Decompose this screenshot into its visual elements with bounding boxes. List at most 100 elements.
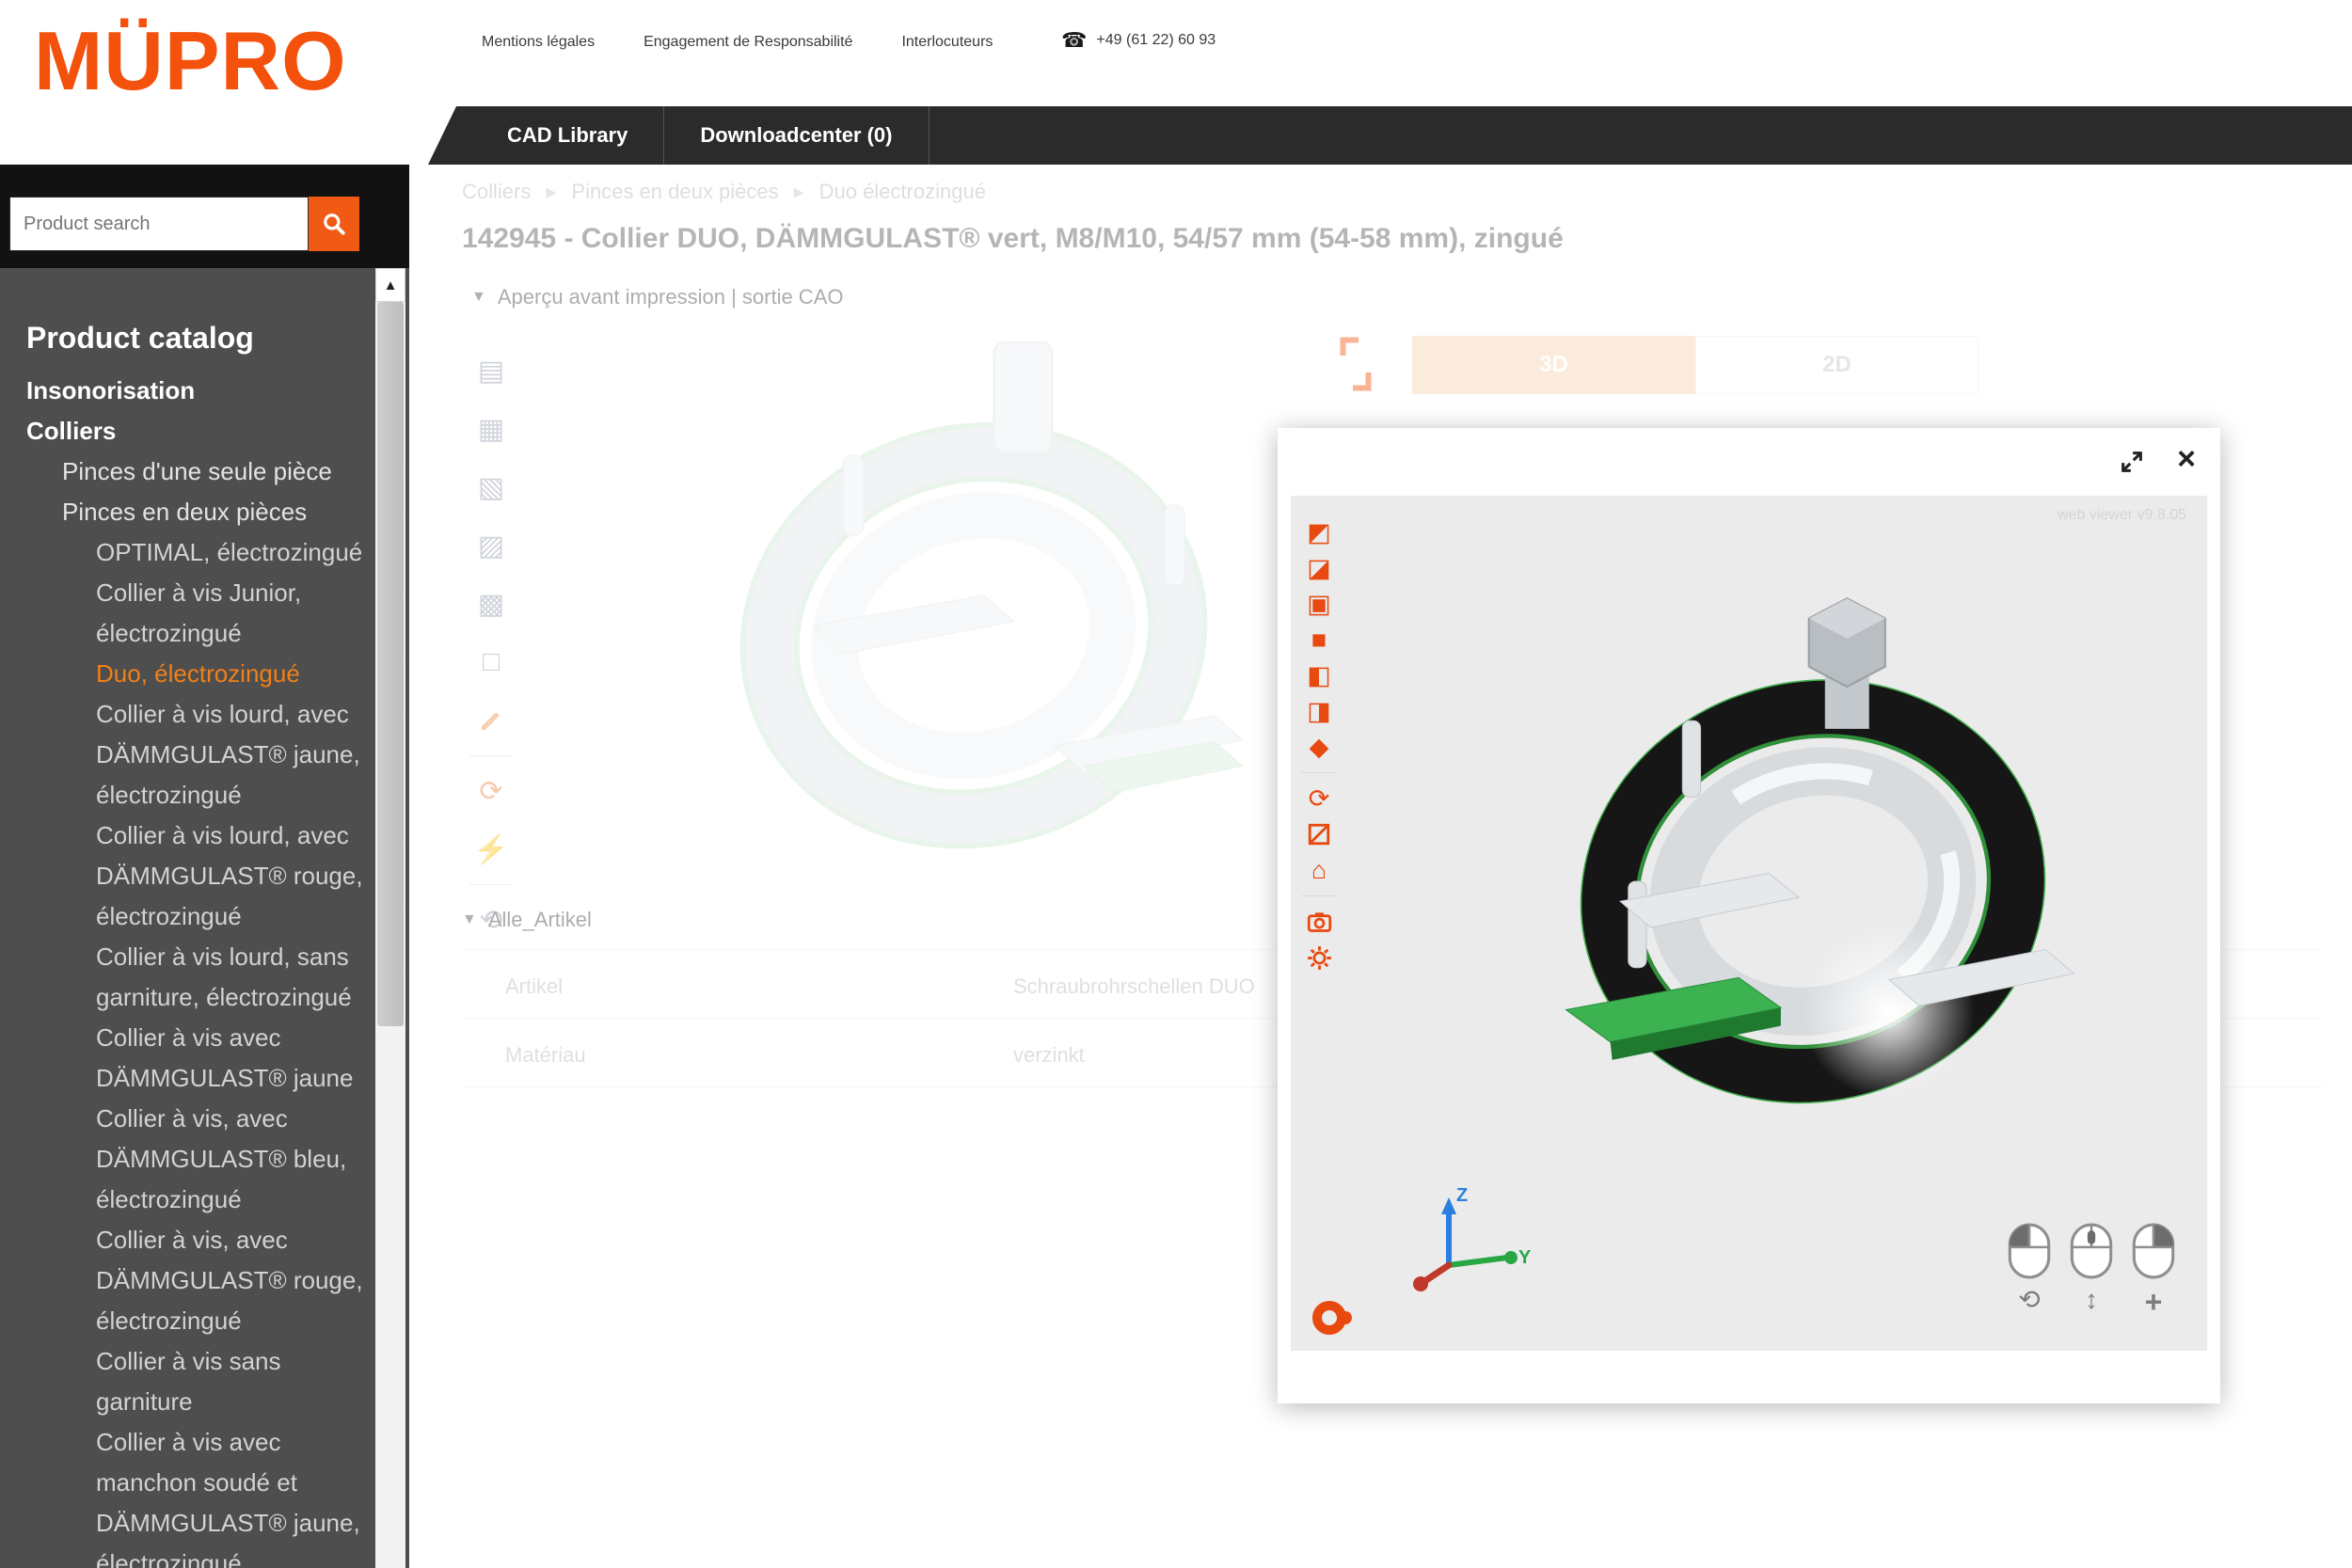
phone-contact[interactable]: ☎ +49 (61 22) 60 93 (1061, 28, 1216, 53)
caret-down-icon: ▼ (462, 911, 477, 928)
page-turn-icon[interactable]: ▧ (464, 458, 518, 516)
tab[interactable]: Downloadcenter (0) (664, 106, 929, 165)
mouse-hint-pan: + (2132, 1223, 2175, 1317)
catalog-title: Product catalog (26, 321, 370, 356)
catalog-item[interactable]: Colliers (0, 411, 370, 451)
toolbar-separator (1301, 895, 1337, 896)
modal-header: × (1278, 428, 2220, 496)
top-nav-link[interactable]: Engagement de Responsabilité (644, 34, 852, 51)
search-input[interactable] (9, 197, 309, 251)
table-icon[interactable]: ▦ (464, 400, 518, 458)
catalog-item[interactable]: Collier à vis lourd, avec DÄMMGULAST® ro… (0, 816, 370, 937)
sidebar-scrollbar[interactable]: ▲ (375, 268, 405, 1568)
catalog-item[interactable]: OPTIMAL, électrozingué (0, 532, 370, 573)
view-cube-right-icon[interactable]: ◪ (1296, 550, 1342, 586)
view-3d-button[interactable]: 3D (1412, 336, 1695, 394)
screenshot-camera-icon[interactable] (1296, 904, 1342, 940)
detail-label: Matériau (505, 1043, 1013, 1068)
catalog-item[interactable]: Duo, électrozingué (0, 654, 370, 694)
curve-doc-icon[interactable]: □ (464, 633, 518, 691)
pipe-clamp-model[interactable] (1531, 580, 2095, 1187)
catalog-item[interactable]: Insonorisation (0, 371, 370, 411)
axis-y-label: Y (1518, 1247, 1532, 1268)
section-plane-icon[interactable] (1296, 816, 1342, 852)
pan-icon: + (2145, 1287, 2163, 1317)
breadcrumb: ColliersPinces en deux piècesDuo électro… (462, 180, 986, 204)
catalog-item[interactable]: Collier à vis, avec DÄMMGULAST® rouge, é… (0, 1220, 370, 1341)
catalog-item[interactable]: Collier à vis, avec DÄMMGULAST® bleu, él… (0, 1099, 370, 1220)
top-nav-link[interactable]: Interlocuteurs (901, 34, 993, 51)
app-root: MÜPRO Mentions légales Engagement de Resp… (0, 0, 2352, 1568)
mouse-hint-rotate: ⟲ (2008, 1223, 2051, 1317)
grid-doc-icon[interactable]: ▩ (464, 575, 518, 633)
settings-gear-icon[interactable] (1296, 940, 1342, 975)
home-view-icon[interactable]: ⌂ (1296, 852, 1342, 888)
scrollbar-thumb[interactable] (377, 302, 404, 1026)
cad-viewer-modal: × web viewer v9.8.05 ◩ ◪ ▣ ■ ◧ ◨ ◆ ⟳ (1278, 428, 2220, 1403)
catalog-item[interactable]: Pinces en deux pièces (0, 492, 370, 532)
top-nav: Mentions légales Engagement de Responsabi… (482, 34, 993, 51)
catalog-item[interactable]: Pinces d'une seule pièce (0, 451, 370, 492)
viewer-toolbar: ◩ ◪ ▣ ■ ◧ ◨ ◆ ⟳ ⌂ (1296, 515, 1342, 975)
axis-triad: Z Y (1413, 1179, 1535, 1306)
view-cube-left-icon[interactable]: ◩ (1296, 515, 1342, 550)
refresh-icon[interactable]: ⟳ (464, 762, 518, 820)
mouse-right-button-icon (2132, 1223, 2175, 1279)
view-cube-solid-icon[interactable]: ■ (1296, 622, 1342, 657)
mouse-left-button-icon (2008, 1223, 2051, 1279)
view-2d-button[interactable]: 2D (1695, 336, 1979, 394)
phone-number: +49 (61 22) 60 93 (1096, 32, 1216, 49)
toolbar-separator (469, 755, 513, 756)
orbit-rotate-icon[interactable]: ⟳ (1296, 781, 1342, 816)
toolbar-separator (469, 884, 513, 885)
muepro-logo: MÜPRO (34, 13, 347, 109)
preview-toggle[interactable]: ▼ Aperçu avant impression | sortie CAO (471, 285, 843, 309)
caret-down-icon: ▼ (471, 289, 486, 306)
mouse-hint-zoom: ↕ (2070, 1223, 2113, 1317)
catalog-item[interactable]: Collier à vis avec manchon soudé et DÄMM… (0, 1422, 370, 1568)
tab-bar: CAD LibraryDownloadcenter (0) (428, 106, 2352, 165)
orange-orb-icon[interactable] (1311, 1299, 1355, 1341)
lightning-icon[interactable]: ⚡ (464, 820, 518, 879)
search-box (9, 197, 359, 251)
search-icon (322, 212, 346, 236)
fullscreen-icon[interactable] (2119, 449, 2145, 480)
zoom-arrows-icon: ↕ (2085, 1287, 2098, 1313)
breadcrumb-item[interactable]: Colliers (462, 180, 571, 204)
ghost-3d-preview (682, 325, 1265, 931)
scrollbar-up-button[interactable]: ▲ (375, 268, 405, 302)
product-catalog: Product catalog InsonorisationColliersPi… (0, 268, 370, 1568)
page-icon[interactable]: ▤ (464, 341, 518, 400)
catalog-item[interactable]: Collier à vis avec DÄMMGULAST® jaune (0, 1018, 370, 1099)
mouse-wheel-icon (2070, 1223, 2113, 1279)
document-toolbar: ▤ ▦ ▧ ▨ ▩ □ ⟳ ⚡ ⟲ (464, 341, 518, 949)
sidebar: Product catalog InsonorisationColliersPi… (0, 165, 409, 1568)
view-cube-iso-icon[interactable]: ◆ (1296, 729, 1342, 765)
view-cube-top-icon[interactable]: ◧ (1296, 657, 1342, 693)
view-cube-front-icon[interactable]: ▣ (1296, 586, 1342, 622)
search-strip (0, 165, 409, 268)
rotate-icon: ⟲ (2018, 1287, 2040, 1313)
toolbar-separator (1301, 772, 1337, 773)
catalog-item[interactable]: Collier à vis Junior, électrozingué (0, 573, 370, 654)
top-nav-link[interactable]: Mentions légales (482, 34, 595, 51)
detail-label: Artikel (505, 974, 1013, 999)
page-title: 142945 - Collier DUO, DÄMMGULAST® vert, … (462, 223, 2249, 255)
catalog-item[interactable]: Collier à vis sans garniture (0, 1341, 370, 1422)
axis-z-label: Z (1456, 1185, 1468, 1206)
catalog-item[interactable]: Collier à vis lourd, sans garniture, éle… (0, 937, 370, 1018)
viewer-watermark: web viewer v9.8.05 (2058, 507, 2186, 524)
search-button[interactable] (309, 197, 359, 251)
view-cube-bottom-icon[interactable]: ◨ (1296, 693, 1342, 729)
mouse-hint-legend: ⟲ ↕ (2008, 1223, 2175, 1317)
sheet-icon[interactable]: ▨ (464, 516, 518, 575)
pencil-icon[interactable] (464, 691, 518, 750)
breadcrumb-item[interactable]: Pinces en deux pièces (571, 180, 818, 204)
close-icon[interactable]: × (2177, 443, 2196, 475)
tab[interactable]: CAD Library (471, 106, 664, 165)
phone-icon: ☎ (1061, 28, 1087, 53)
breadcrumb-item[interactable]: Duo électrozingué (819, 180, 986, 204)
catalog-item[interactable]: Collier à vis lourd, avec DÄMMGULAST® ja… (0, 694, 370, 816)
expand-preview-icon[interactable] (1339, 336, 1373, 397)
viewer-canvas[interactable]: web viewer v9.8.05 ◩ ◪ ▣ ■ ◧ ◨ ◆ ⟳ ⌂ (1291, 496, 2207, 1351)
